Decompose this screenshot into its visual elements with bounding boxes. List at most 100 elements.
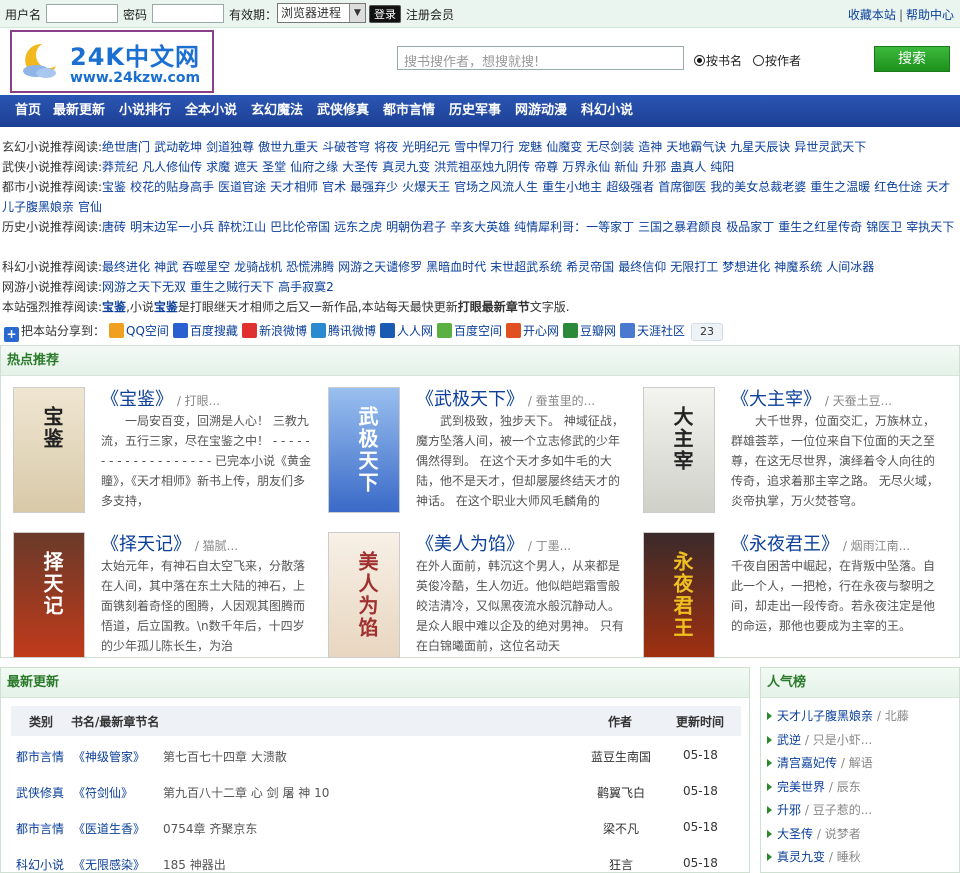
- share-icon[interactable]: [172, 323, 188, 338]
- share-link[interactable]: 百度搜藏: [190, 324, 238, 338]
- recommend-book-link[interactable]: 纯阳: [710, 160, 734, 174]
- share-icon[interactable]: [109, 323, 125, 338]
- share-icon[interactable]: [310, 323, 326, 338]
- login-button[interactable]: 登录: [369, 5, 401, 23]
- recommend-book-link[interactable]: 真灵九变: [382, 160, 430, 174]
- row-chapter[interactable]: 185 神器出: [163, 856, 226, 873]
- recommend-book-link[interactable]: 希灵帝国: [566, 260, 614, 274]
- recommend-book-link[interactable]: 斗破苍穹: [322, 140, 370, 154]
- recommend-book-link[interactable]: 三国之暴君颜良: [638, 220, 722, 234]
- row-category[interactable]: 都市言情: [16, 748, 64, 765]
- popular-book-link[interactable]: 天才儿子腹黑娘亲: [777, 709, 873, 723]
- recommend-book-link[interactable]: 梦想进化: [722, 260, 770, 274]
- recommend-book-link[interactable]: 医道官途: [218, 180, 266, 194]
- book-title[interactable]: 《择天记》 / 猫腻...: [101, 530, 238, 556]
- username-input[interactable]: [46, 4, 118, 23]
- book-cover[interactable]: 美人为馅: [328, 532, 400, 658]
- recommend-book-link[interactable]: 洪荒祖巫烛九阴传: [434, 160, 530, 174]
- book-title[interactable]: 《美人为馅》 / 丁墨...: [416, 530, 571, 556]
- recommend-book-link[interactable]: 无限打工: [670, 260, 718, 274]
- recommend-book-link[interactable]: 光明纪元: [402, 140, 450, 154]
- recommend-book-link[interactable]: 重生之贼行天下: [190, 280, 274, 294]
- search-input[interactable]: 搜书搜作者，想搜就搜!: [397, 46, 684, 70]
- share-link[interactable]: 豆瓣网: [580, 324, 616, 338]
- nav-item-home[interactable]: 首页: [15, 95, 41, 127]
- share-link[interactable]: 百度空间: [454, 324, 502, 338]
- validity-select[interactable]: 浏览器进程 ▼: [277, 3, 366, 23]
- popular-book-link[interactable]: 清宫嘉妃传: [777, 756, 837, 770]
- nav-item-latest[interactable]: 最新更新: [53, 95, 105, 127]
- recommend-book-link[interactable]: 重生之温暖: [810, 180, 870, 194]
- recommend-book-link[interactable]: 神魔系统: [774, 260, 822, 274]
- row-category[interactable]: 科幻小说: [16, 856, 64, 873]
- book-cover[interactable]: 宝鉴: [13, 387, 85, 513]
- recommend-book-link[interactable]: 大圣传: [342, 160, 378, 174]
- recommend-book-link[interactable]: 遮天: [234, 160, 258, 174]
- nav-item-urban[interactable]: 都市言情: [383, 95, 435, 127]
- recommend-book-link[interactable]: 无尽剑装: [586, 140, 634, 154]
- recommend-book-link[interactable]: 醉枕江山: [218, 220, 266, 234]
- recommend-book-link[interactable]: 锦医卫: [866, 220, 902, 234]
- password-input[interactable]: [152, 4, 224, 23]
- share-icon[interactable]: [506, 323, 521, 338]
- recommend-book-link[interactable]: 最强弃少: [350, 180, 398, 194]
- recommend-book-link[interactable]: 人间冰器: [826, 260, 874, 274]
- row-book[interactable]: 《无限感染》: [73, 856, 145, 873]
- nav-item-fantasy[interactable]: 玄幻魔法: [251, 95, 303, 127]
- recommend-book-link[interactable]: 雪中悍刀行: [454, 140, 514, 154]
- strong-book-link[interactable]: 宝鉴: [154, 300, 178, 314]
- row-chapter[interactable]: 第七百七十四章 大溃散: [163, 748, 287, 765]
- nav-item-scifi[interactable]: 科幻小说: [581, 95, 633, 127]
- recommend-book-link[interactable]: 纯情犀利哥：一等家丁: [514, 220, 634, 234]
- row-chapter[interactable]: 0754章 齐聚京东: [163, 820, 257, 837]
- recommend-book-link[interactable]: 绝世唐门: [102, 140, 150, 154]
- nav-item-ranking[interactable]: 小说排行: [119, 95, 171, 127]
- popular-book-link[interactable]: 武逆: [777, 733, 801, 747]
- popular-book-link[interactable]: 大圣传: [777, 827, 813, 841]
- share-link[interactable]: 腾讯微博: [328, 324, 376, 338]
- site-logo[interactable]: 24K中文网 www.24kzw.com: [10, 30, 214, 93]
- recommend-book-link[interactable]: 宝鉴: [102, 180, 126, 194]
- row-chapter[interactable]: 第九百八十二章 心 剑 屠 神 10: [163, 784, 329, 801]
- share-link[interactable]: 新浪微博: [259, 324, 307, 338]
- nav-item-complete[interactable]: 全本小说: [185, 95, 237, 127]
- recommend-book-link[interactable]: 超级强者: [606, 180, 654, 194]
- nav-item-wuxia[interactable]: 武侠修真: [317, 95, 369, 127]
- share-icon[interactable]: [379, 323, 395, 338]
- book-title[interactable]: 《武极天下》 / 蚕茧里的...: [416, 385, 595, 411]
- book-cover[interactable]: 武极天下: [328, 387, 400, 513]
- share-link[interactable]: 开心网: [523, 324, 559, 338]
- recommend-book-link[interactable]: 吞噬星空: [182, 260, 230, 274]
- recommend-book-link[interactable]: 九星天辰诀: [730, 140, 790, 154]
- recommend-book-link[interactable]: 傲世九重天: [258, 140, 318, 154]
- recommend-book-link[interactable]: 新仙: [614, 160, 638, 174]
- share-link[interactable]: 天涯社区: [637, 324, 685, 338]
- recommend-book-link[interactable]: 升邪: [642, 160, 666, 174]
- recommend-book-link[interactable]: 重生之红星传奇: [778, 220, 862, 234]
- recommend-book-link[interactable]: 异世灵武天下: [794, 140, 866, 154]
- recommend-book-link[interactable]: 官术: [322, 180, 346, 194]
- recommend-book-link[interactable]: 圣堂: [262, 160, 286, 174]
- recommend-book-link[interactable]: 重生小地主: [542, 180, 602, 194]
- share-icon[interactable]: [241, 323, 257, 338]
- recommend-book-link[interactable]: 天地霸气诀: [666, 140, 726, 154]
- recommend-book-link[interactable]: 高手寂寞2: [278, 280, 334, 294]
- recommend-book-link[interactable]: 官仙: [78, 200, 102, 214]
- book-cover[interactable]: 永夜君王: [643, 532, 715, 658]
- book-title[interactable]: 《宝鉴》 / 打眼...: [101, 385, 220, 411]
- recommend-book-link[interactable]: 最终信仰: [618, 260, 666, 274]
- recommend-book-link[interactable]: 神武: [154, 260, 178, 274]
- share-icon[interactable]: [620, 323, 636, 338]
- share-link[interactable]: 人人网: [397, 324, 433, 338]
- share-link[interactable]: QQ空间: [126, 324, 169, 338]
- recommend-book-link[interactable]: 远东之虎: [334, 220, 382, 234]
- recommend-book-link[interactable]: 我的美女总裁老婆: [710, 180, 806, 194]
- share-icon[interactable]: [563, 323, 579, 338]
- recommend-book-link[interactable]: 造神: [638, 140, 662, 154]
- recommend-book-link[interactable]: 龙骑战机: [234, 260, 282, 274]
- recommend-book-link[interactable]: 黑暗血时代: [426, 260, 486, 274]
- recommend-book-link[interactable]: 校花的贴身高手: [130, 180, 214, 194]
- nav-item-game[interactable]: 网游动漫: [515, 95, 567, 127]
- recommend-book-link[interactable]: 仙魔变: [546, 140, 582, 154]
- recommend-book-link[interactable]: 明朝伪君子: [386, 220, 446, 234]
